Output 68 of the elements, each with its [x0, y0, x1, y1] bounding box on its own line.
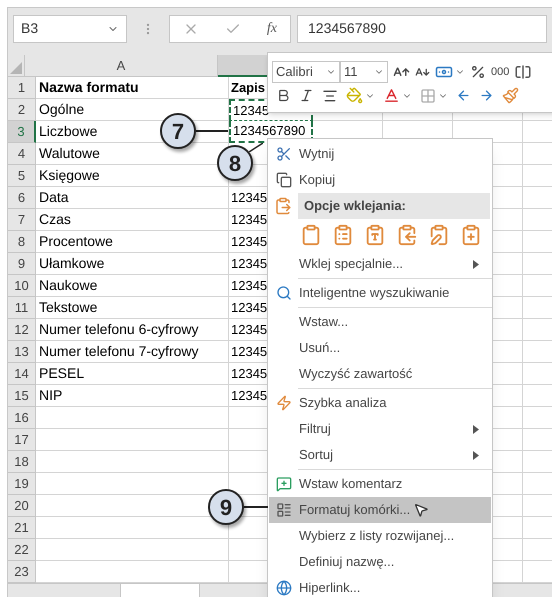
row-header[interactable]: 15 [8, 385, 36, 407]
clipboard-text-icon [364, 224, 386, 246]
bold-icon[interactable] [276, 88, 291, 103]
leader-line [244, 506, 268, 508]
font-name-dropdown[interactable]: Calibri [272, 61, 340, 83]
clipboard-pen-icon [428, 224, 450, 246]
row-header[interactable]: 20 [8, 495, 36, 517]
menu-item[interactable]: Hiperlink... [269, 575, 491, 597]
row-header[interactable]: 6 [8, 187, 36, 209]
clipboard-list-icon [332, 224, 354, 246]
menu-item[interactable]: Wytnij [269, 141, 491, 167]
comma-style-button[interactable]: 000 [491, 64, 510, 80]
column-header[interactable]: A [25, 55, 218, 77]
submenu-arrow-icon [473, 424, 479, 434]
row-header[interactable]: 7 [8, 209, 36, 231]
lightning-icon [276, 395, 292, 411]
clipboard-arrow-icon [396, 224, 418, 246]
globe-icon [276, 580, 292, 596]
menu-item[interactable]: Filtruj [269, 416, 491, 442]
leader-line [196, 130, 228, 132]
menu-item[interactable]: Wstaw komentarz [269, 471, 491, 497]
menu-item[interactable]: Wybierz z listy rozwijanej... [269, 523, 491, 549]
row-header[interactable]: 17 [8, 429, 36, 451]
name-box[interactable]: B3 [13, 14, 127, 42]
row-header[interactable]: 1 [8, 77, 36, 99]
row-header[interactable]: 14 [8, 363, 36, 385]
row-header[interactable]: 10 [8, 275, 36, 297]
comment-plus-icon [276, 476, 292, 492]
menu-item[interactable]: Formatuj komórki... [269, 497, 491, 523]
font-size-dropdown[interactable]: 11 [340, 61, 388, 83]
menu-item[interactable]: Definiuj nazwę... [269, 549, 491, 575]
row-header[interactable]: 23 [8, 561, 36, 583]
row-header[interactable]: 5 [8, 165, 36, 187]
row-header[interactable]: 11 [8, 297, 36, 319]
row-header[interactable]: 21 [8, 517, 36, 539]
row-header[interactable]: 13 [8, 341, 36, 363]
row-header[interactable]: 18 [8, 451, 36, 473]
scissors-icon [276, 146, 292, 162]
row-header[interactable]: 12 [8, 319, 36, 341]
menu-section-header: Opcje wklejania: [298, 193, 490, 219]
font-color-icon[interactable] [383, 87, 400, 104]
row-header[interactable]: 19 [8, 473, 36, 495]
italic-icon[interactable] [299, 88, 314, 103]
row-header[interactable]: 4 [8, 143, 36, 165]
clipboard-plus-icon [460, 224, 482, 246]
formula-input[interactable]: 1234567890 [297, 14, 547, 42]
row-header[interactable]: 9 [8, 253, 36, 275]
align-center-icon[interactable] [322, 88, 338, 104]
submenu-arrow-icon [473, 450, 479, 460]
paintbrush-icon[interactable] [502, 87, 519, 104]
copy-icon [276, 172, 292, 188]
row-header[interactable]: 8 [8, 231, 36, 253]
list-window-icon [276, 502, 292, 518]
menu-item[interactable]: Sortuj [269, 442, 491, 468]
search-icon [276, 285, 292, 301]
row-header[interactable]: 16 [8, 407, 36, 429]
row-header[interactable]: 2 [8, 99, 36, 121]
row-header[interactable]: 22 [8, 539, 36, 561]
clipboard-icon [300, 224, 322, 246]
borders-icon[interactable] [420, 88, 436, 104]
row-header[interactable]: 3 [8, 121, 36, 143]
leader-line [249, 143, 263, 152]
clipboard-icon [274, 197, 292, 215]
insert-function-button[interactable]: fx [266, 18, 277, 39]
submenu-arrow-icon [473, 260, 479, 268]
percent-icon[interactable] [470, 64, 486, 80]
mouse-cursor-icon [413, 502, 430, 518]
arrow-right-icon[interactable] [479, 88, 494, 103]
